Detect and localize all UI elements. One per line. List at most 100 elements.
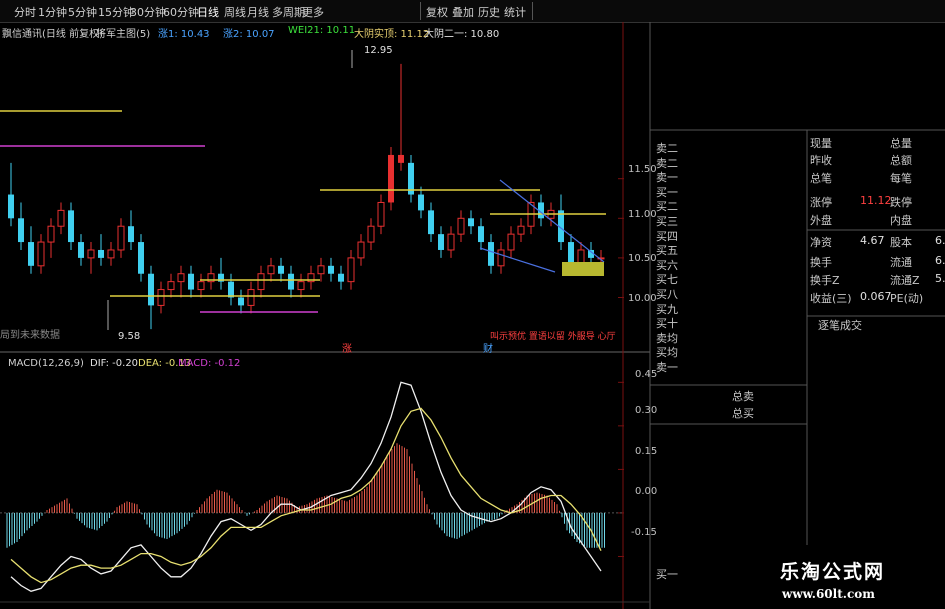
stat-label: 总笔 xyxy=(810,172,832,185)
candle-body xyxy=(377,201,385,227)
wei-label: WEI21: 10.11 xyxy=(288,25,356,36)
candle-body xyxy=(167,281,175,291)
order-book-label: 买四 xyxy=(656,229,678,243)
gain1-label: 涨1: 10.43 xyxy=(158,29,210,40)
stat-label: 涨停 xyxy=(810,196,832,209)
logo-url: www.60lt.com xyxy=(782,587,875,601)
stat-label: 净资 xyxy=(810,236,832,249)
candle-body xyxy=(517,225,525,235)
candle-body xyxy=(68,210,74,243)
candle-body xyxy=(148,273,154,306)
candle-body xyxy=(497,249,505,267)
order-book-label: 卖一 xyxy=(656,171,678,185)
order-book-label: 买一 xyxy=(656,185,678,199)
candle-body xyxy=(238,297,244,306)
candle-body xyxy=(138,242,144,274)
candle-body xyxy=(188,273,194,290)
stat-value: 6. xyxy=(935,234,945,247)
order-book-label: 买五 xyxy=(656,244,678,258)
candle-body xyxy=(297,281,305,291)
order-book-label: 买均 xyxy=(656,346,678,360)
order-book-label: 买八 xyxy=(656,288,678,301)
candle-body xyxy=(347,257,355,283)
high-price-label: 12.95 xyxy=(364,45,393,56)
stat-label: 流通Z xyxy=(890,274,920,287)
candle-body xyxy=(438,234,444,250)
stat-label: 外盘 xyxy=(810,214,832,227)
candle-body xyxy=(418,194,424,211)
candle-body xyxy=(228,281,234,298)
dif-value: DIF: -0.20 xyxy=(90,358,139,369)
order-book-label: 买一 xyxy=(656,568,678,581)
macd-value: MACD: -0.12 xyxy=(178,358,241,369)
bottom-note: 叫示预优 置语以留 外服导 心厅 xyxy=(490,332,616,342)
order-book-label: 买九 xyxy=(656,302,678,316)
macd-title: MACD(12,26,9) xyxy=(8,358,84,369)
candle-body xyxy=(367,225,375,243)
candle-body xyxy=(278,265,284,274)
candle-body xyxy=(28,242,34,266)
trade-detail-label: 逐笔成交 xyxy=(818,319,862,332)
candle-body xyxy=(288,273,294,290)
candle-body xyxy=(98,249,104,258)
candle-body xyxy=(197,281,205,291)
stat-label: 换手Z xyxy=(810,274,840,287)
stock-name: 飘信通讯(日线 前复权) xyxy=(2,29,103,40)
candle-body xyxy=(128,226,134,243)
candle-body xyxy=(57,209,65,227)
no-data-label: 局到未来数据 xyxy=(0,330,60,341)
candle-body xyxy=(18,218,24,243)
stat-label: 跌停 xyxy=(890,196,912,209)
candle-body xyxy=(87,249,95,259)
candle-body xyxy=(157,289,165,306)
candle-body xyxy=(177,273,185,283)
order-book-label: 买三 xyxy=(656,215,678,228)
candle-body xyxy=(317,265,325,275)
candle-body xyxy=(328,265,334,274)
candle-body xyxy=(398,154,404,163)
candle-body xyxy=(457,217,465,235)
candle-body xyxy=(8,194,14,219)
macd-chart xyxy=(0,381,624,593)
total-sell-label: 总卖 xyxy=(732,390,754,403)
stat-value: 0.067 xyxy=(860,290,892,303)
candle-body xyxy=(107,249,115,259)
stat-label: 内盘 xyxy=(890,214,912,227)
stat-label: 现量 xyxy=(810,137,832,150)
candle-body xyxy=(447,233,455,251)
indicator-name[interactable]: 将军主图(5) xyxy=(96,25,150,40)
stat-label: 收益(三) xyxy=(810,292,852,305)
candle-body xyxy=(488,242,494,266)
dif-line xyxy=(10,381,602,593)
red-marker: 涨 xyxy=(342,344,352,355)
stat-label: PE(动) xyxy=(890,292,924,305)
logo-title: 乐淘公式网 xyxy=(780,561,886,583)
order-book-label: 卖均 xyxy=(656,331,678,345)
quote-panel: 卖二 卖二 卖一 买一 买二 买三 买四 买五 买六 买七 买八 买九 买十 卖均 买均 卖一 总卖 总买 买一 现量… xyxy=(650,130,945,609)
order-book-label: 买七 xyxy=(656,273,678,287)
candle-body xyxy=(37,241,45,267)
candle-body xyxy=(468,218,474,227)
order-book-label: 买十 xyxy=(656,317,678,331)
order-book-label: 卖一 xyxy=(656,361,678,374)
price-chart xyxy=(0,50,624,330)
dea-line xyxy=(10,407,602,584)
stat-label: 股本 xyxy=(890,236,912,249)
stat-label: 流通 xyxy=(890,256,912,269)
candle-body xyxy=(117,225,125,251)
candle-body xyxy=(247,289,255,306)
candle-body xyxy=(357,241,365,259)
stat-label: 总额 xyxy=(890,154,912,167)
candle-body xyxy=(428,210,434,235)
candle-body xyxy=(478,226,484,243)
order-book-label: 买六 xyxy=(656,258,678,272)
watermark-logo: 乐淘公式网 www.60lt.com xyxy=(752,545,945,609)
total-buy-label: 总买 xyxy=(732,407,754,420)
stat-value: 4.67 xyxy=(860,234,885,247)
stat-label: 换手 xyxy=(810,256,832,269)
candle-body xyxy=(257,273,265,291)
order-book-label: 卖二 xyxy=(656,156,678,170)
big-line2-label: 大阴二一: 10.80 xyxy=(424,29,500,40)
highlight-box xyxy=(562,262,604,276)
stat-label: 昨收 xyxy=(810,154,832,167)
